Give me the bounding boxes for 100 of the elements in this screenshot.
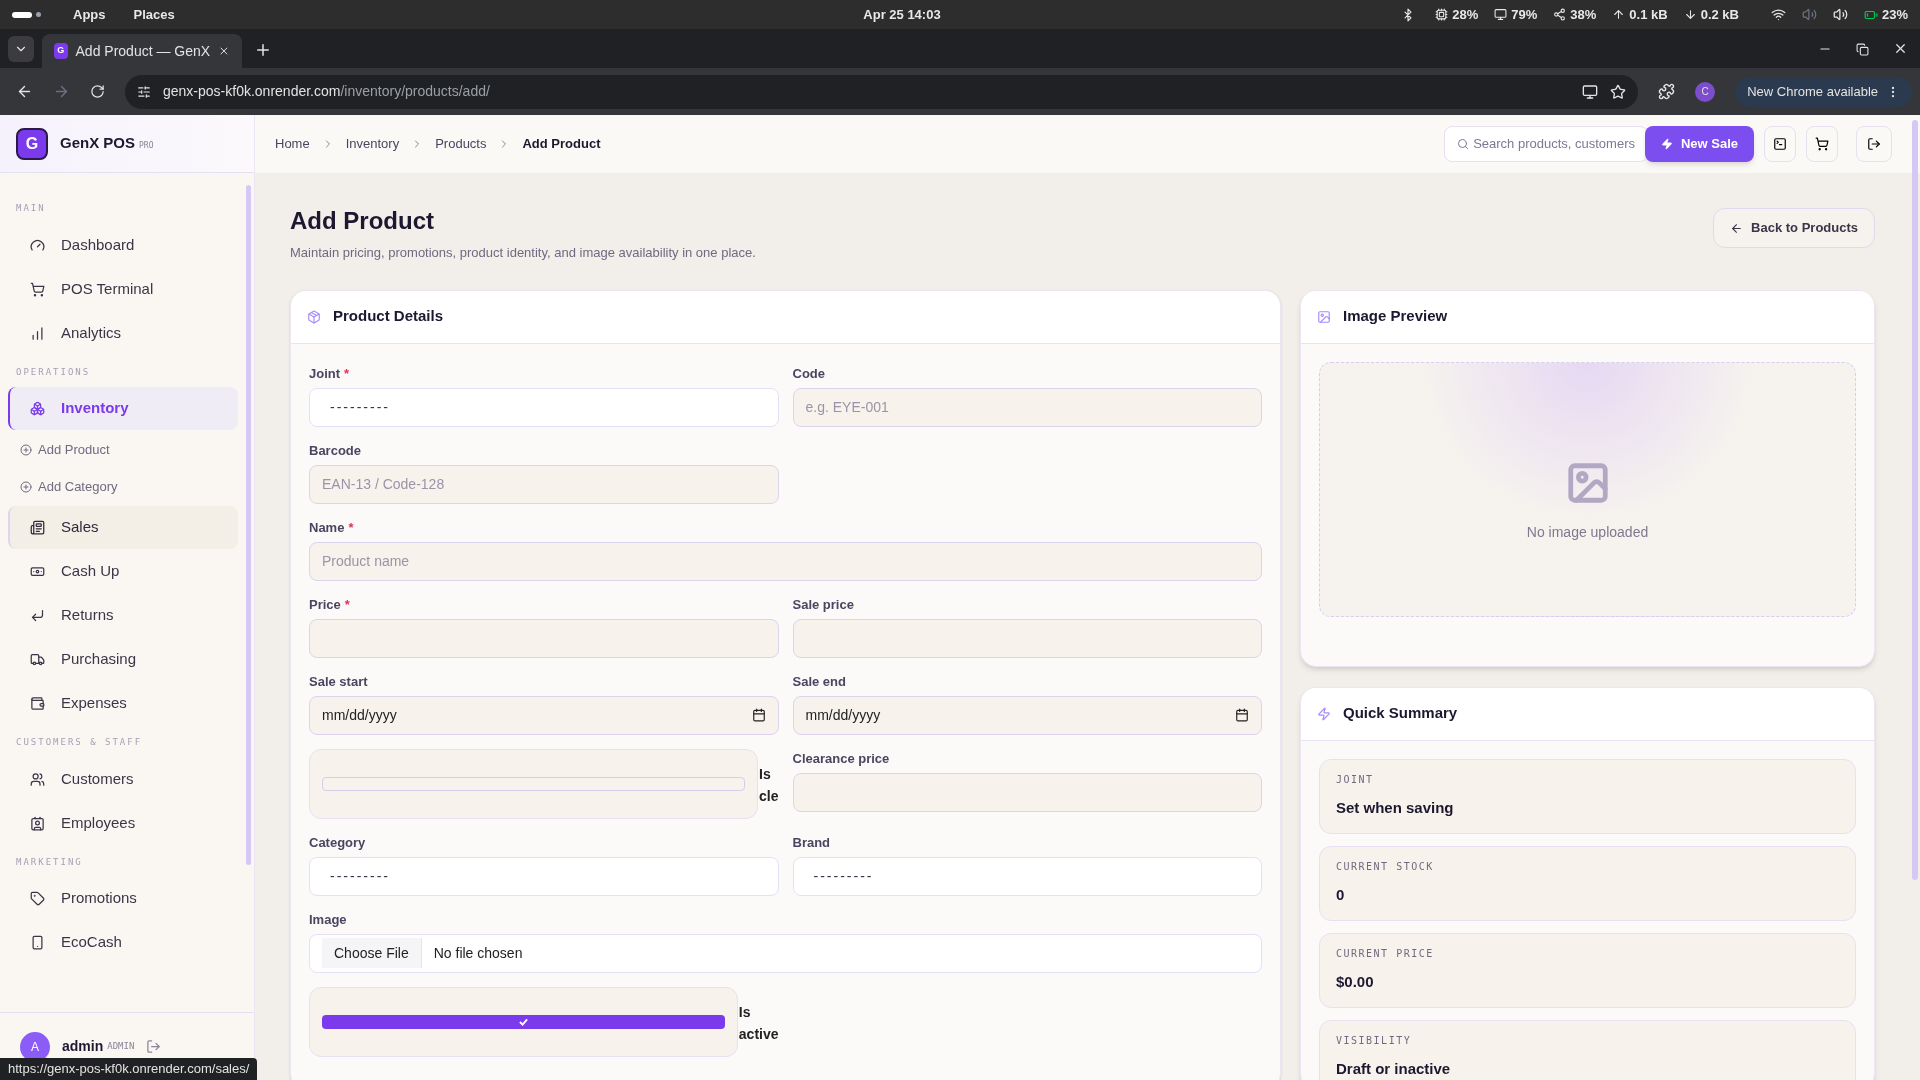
page-title: Add Product: [290, 206, 435, 236]
upload-arrow-icon: [1612, 8, 1626, 21]
activities-icon[interactable]: [12, 11, 41, 18]
update-chrome-button[interactable]: New Chrome available: [1735, 76, 1912, 107]
summary-value: $0.00: [1336, 971, 1375, 992]
download-arrow-icon: [1683, 8, 1697, 21]
field-label: Sale price: [792, 595, 854, 612]
mute-icon[interactable]: [1801, 7, 1817, 22]
input-field[interactable]: [792, 772, 1262, 812]
sidebar-item[interactable]: Inventory: [8, 387, 238, 430]
sidebar-item[interactable]: Expenses: [8, 682, 238, 725]
cart-icon: [30, 281, 45, 297]
new-sale-button[interactable]: New Sale: [1644, 126, 1754, 162]
tab-list-button[interactable]: [8, 36, 34, 62]
phone-icon: [30, 935, 45, 950]
extensions-icon[interactable]: [1658, 83, 1676, 100]
terminal-button[interactable]: [1764, 126, 1796, 162]
user-role: ADMIN: [107, 1039, 135, 1053]
status-url: https://genx-pos-kf0k.onrender.com/sales/: [0, 1058, 258, 1080]
logo[interactable]: G: [16, 127, 48, 160]
plus-circle-icon: [20, 480, 32, 493]
summary-value: Draft or inactive: [1336, 1058, 1452, 1079]
sidebar-item[interactable]: Promotions: [8, 877, 238, 920]
summary-label: JOINT: [1336, 772, 1375, 787]
url-path: /inventory/products/add/: [340, 83, 490, 99]
date-field[interactable]: mm/dd/yyyy: [792, 695, 1262, 735]
date-field[interactable]: mm/dd/yyyy: [309, 695, 779, 735]
calendar-icon[interactable]: [1235, 708, 1249, 722]
sidebar-item[interactable]: Purchasing: [8, 638, 238, 681]
breadcrumb-link[interactable]: Products: [435, 134, 487, 154]
sidebar-item[interactable]: Cash Up: [8, 550, 238, 593]
sidebar-item[interactable]: Employees: [8, 801, 238, 845]
bar-chart-icon: [30, 325, 45, 341]
sidebar-item[interactable]: Analytics: [8, 311, 238, 355]
browser-tab[interactable]: G Add Product — GenX: [42, 34, 242, 68]
summary-value: 0: [1336, 884, 1346, 905]
sidebar-item[interactable]: Dashboard: [8, 223, 238, 267]
file-field[interactable]: Choose File No file chosen: [309, 933, 1262, 973]
forward-icon[interactable]: [53, 83, 70, 100]
close-icon[interactable]: [1893, 41, 1908, 56]
gauge-icon: [30, 237, 45, 253]
search-field[interactable]: Search products, customers: [1444, 126, 1648, 162]
select-field[interactable]: ---------: [309, 387, 779, 427]
sidebar-subitem[interactable]: Add Category: [8, 468, 238, 505]
site-settings-icon[interactable]: [137, 84, 151, 99]
back-button[interactable]: Back to Products: [1713, 208, 1875, 248]
indicator-value: 0.2 kB: [1700, 5, 1739, 24]
indicator-value: 38%: [1570, 5, 1597, 24]
breadcrumb-link[interactable]: Inventory: [345, 134, 400, 154]
new-tab-icon[interactable]: [254, 41, 272, 59]
calendar-icon[interactable]: [751, 708, 766, 722]
cubes-icon: [30, 401, 45, 416]
checkbox[interactable]: [322, 1014, 725, 1029]
profile-avatar[interactable]: C: [1695, 81, 1716, 102]
box-icon: [307, 309, 321, 324]
return-arrow-icon: [30, 608, 45, 623]
select-field[interactable]: ---------: [792, 856, 1262, 896]
required-mark: *: [348, 518, 354, 535]
top-menu-item[interactable]: Places: [133, 4, 175, 25]
pro-label: PRO: [139, 139, 154, 152]
card-title: Image Preview: [1343, 306, 1448, 327]
back-icon[interactable]: [16, 83, 33, 100]
required-mark: *: [344, 595, 350, 612]
file-status: No file chosen: [433, 943, 523, 963]
logout-button[interactable]: [1856, 126, 1892, 162]
sidebar-item[interactable]: Returns: [8, 594, 238, 637]
sidebar-item[interactable]: EcoCash: [8, 921, 238, 964]
sidebar-item[interactable]: Customers: [8, 757, 238, 801]
choose-file-button[interactable]: Choose File: [322, 938, 422, 968]
section-heading: MAIN: [15, 202, 47, 215]
battery-value: 23%: [1881, 5, 1908, 24]
breadcrumb-link[interactable]: Add Product: [522, 134, 601, 154]
arrow-left-icon: [1730, 221, 1744, 235]
sidebar-item[interactable]: Sales: [8, 506, 238, 549]
contact-card-icon: [30, 815, 45, 831]
wallet-icon: [30, 696, 45, 711]
bookmark-star-icon[interactable]: [1610, 83, 1627, 100]
summary-label: VISIBILITY: [1336, 1033, 1413, 1048]
field-label: Clearance price: [792, 749, 890, 766]
install-icon[interactable]: [1582, 83, 1599, 100]
breadcrumb-link[interactable]: Home: [275, 134, 310, 154]
sidebar-item[interactable]: POS Terminal: [8, 267, 238, 311]
select-field[interactable]: ---------: [309, 856, 779, 896]
top-menu-item[interactable]: Apps: [73, 4, 106, 25]
wifi-icon[interactable]: [1770, 7, 1786, 22]
logout-icon[interactable]: [146, 1039, 162, 1054]
address-bar[interactable]: genx-pos-kf0k.onrender.com/inventory/products/add/: [125, 74, 1639, 109]
cart-button[interactable]: [1806, 126, 1838, 162]
reload-icon[interactable]: [90, 84, 105, 99]
sidebar-subitem[interactable]: Add Product: [8, 431, 238, 468]
input-field[interactable]: [792, 618, 1262, 658]
image-icon: [1317, 309, 1331, 324]
volume-icon[interactable]: [1832, 7, 1848, 22]
field-label: Category: [309, 833, 366, 850]
checkbox[interactable]: [322, 776, 746, 791]
restore-icon[interactable]: [1856, 43, 1869, 56]
clock[interactable]: Apr 25 14:03: [863, 4, 941, 25]
tag-icon: [30, 891, 45, 906]
required-mark: *: [344, 364, 350, 381]
input-field[interactable]: [309, 618, 779, 658]
